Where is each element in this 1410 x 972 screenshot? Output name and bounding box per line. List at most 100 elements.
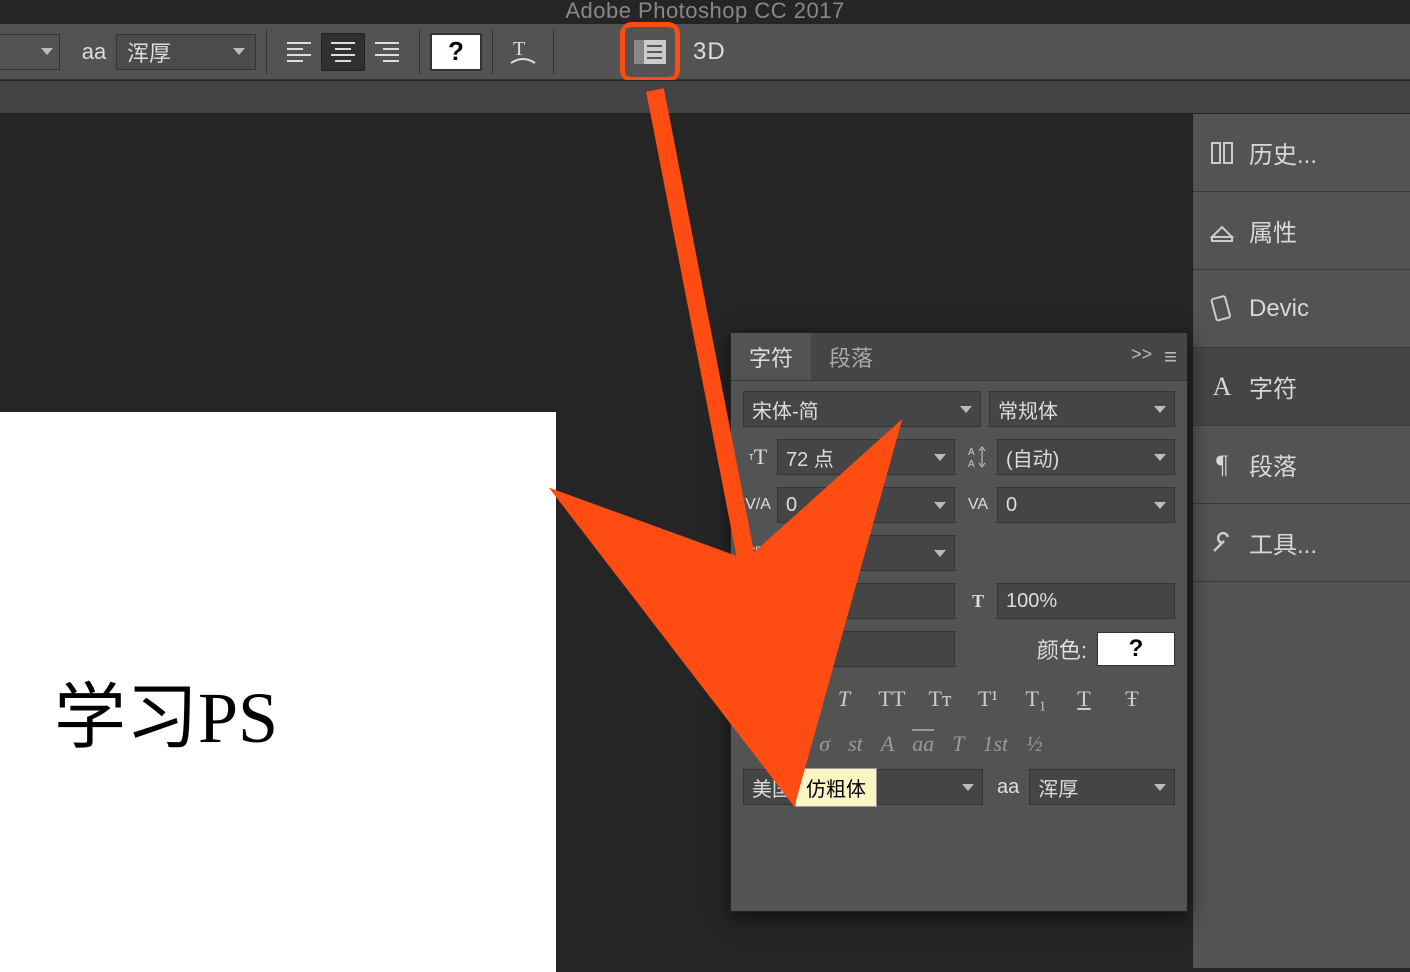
- properties-icon: [1207, 216, 1237, 246]
- rail-label: 段落: [1249, 447, 1297, 482]
- ot-ligatures-button[interactable]: fi: [789, 731, 801, 757]
- style-buttons-row: T T TT Tт T¹ T₁ T Ŧ: [743, 679, 1175, 719]
- rail-item-properties[interactable]: 属性: [1193, 192, 1410, 270]
- antialias-value: 浑厚: [127, 36, 171, 68]
- chevron-down-icon: [1154, 502, 1166, 509]
- chevron-down-icon: [1154, 406, 1166, 413]
- antialias-select[interactable]: 浑厚: [116, 34, 256, 70]
- rail-label: 工具...: [1249, 525, 1317, 560]
- 3d-button[interactable]: 3D: [693, 38, 726, 66]
- panel-menu-icon[interactable]: ≡: [1164, 344, 1177, 370]
- panel-tabs: 字符 段落 >> ≡: [731, 333, 1187, 381]
- svg-text:A: A: [968, 459, 975, 470]
- ot-ordinals-button[interactable]: 1st: [982, 731, 1008, 757]
- align-right-button[interactable]: [365, 33, 409, 71]
- antialias-label: aa: [72, 39, 116, 65]
- kerning-value: 0: [786, 494, 797, 517]
- strikethrough-button[interactable]: Ŧ: [1111, 679, 1153, 719]
- font-size-value: 72 点: [786, 443, 834, 472]
- tab-character[interactable]: 字符: [731, 333, 811, 380]
- separator: [419, 30, 420, 74]
- svg-text:A: A: [968, 447, 975, 458]
- align-center-button[interactable]: [321, 33, 365, 71]
- underline-button[interactable]: T: [1063, 679, 1105, 719]
- rail-label: Devic: [1249, 295, 1309, 323]
- text-color-swatch[interactable]: ?: [430, 33, 482, 71]
- tab-bar: [0, 80, 1410, 114]
- baseline-value: 0 点: [786, 635, 823, 664]
- vscale-input[interactable]: 100%: [777, 583, 955, 619]
- leading-input[interactable]: (自动): [997, 439, 1175, 475]
- vscale-icon: IT: [743, 591, 773, 612]
- allcaps-button[interactable]: TT: [871, 679, 913, 719]
- tsume-value: 0%: [786, 542, 815, 565]
- subscript-button[interactable]: T₁: [1015, 679, 1057, 719]
- warp-text-button[interactable]: T: [503, 32, 543, 72]
- smallcaps-button[interactable]: Tт: [919, 679, 961, 719]
- tracking-value: 0: [1006, 494, 1017, 517]
- ot-fractions-button[interactable]: ½: [1026, 731, 1043, 757]
- hscale-icon: T: [963, 591, 993, 612]
- svg-text:T: T: [513, 38, 525, 60]
- chevron-down-icon: [1154, 784, 1166, 791]
- chevron-down-icon: [41, 48, 53, 55]
- ot-titling-button[interactable]: T: [952, 731, 964, 757]
- font-style-value: 常规体: [998, 395, 1058, 424]
- device-icon: [1207, 294, 1237, 324]
- character-panel: 字符 段落 >> ≡ 宋体-简 常规体 тT 72 点 AA (自动): [730, 332, 1188, 912]
- kerning-icon: V/A: [743, 496, 773, 514]
- app-title: Adobe Photoshop CC 2017: [0, 0, 1410, 22]
- tsume-input[interactable]: 0%: [777, 535, 955, 571]
- canvas-text-layer[interactable]: 学习PS: [54, 658, 278, 763]
- font-size-icon: тT: [743, 444, 773, 470]
- chevron-down-icon: [960, 406, 972, 413]
- chevron-down-icon: [934, 502, 946, 509]
- hscale-input[interactable]: 100%: [997, 583, 1175, 619]
- kerning-input[interactable]: 0: [777, 487, 955, 523]
- separator: [492, 30, 493, 74]
- color-label: 颜色:: [1037, 633, 1087, 665]
- baseline-input[interactable]: 0 点: [777, 631, 955, 667]
- rail-item-paragraph[interactable]: ¶ 段落: [1193, 426, 1410, 504]
- panel-expand-icon[interactable]: >>: [1131, 344, 1152, 370]
- faux-bold-button[interactable]: T: [775, 679, 817, 719]
- paragraph-icon: ¶: [1207, 450, 1237, 480]
- chevron-down-icon: [962, 784, 974, 791]
- font-family-select[interactable]: 宋体-简: [743, 391, 981, 427]
- tool-preset-dropdown[interactable]: [0, 34, 60, 70]
- rail-item-character[interactable]: A 字符: [1193, 348, 1410, 426]
- ot-contextual-button[interactable]: σ: [819, 731, 830, 757]
- chevron-down-icon: [233, 48, 245, 55]
- rail-item-history[interactable]: 历史...: [1193, 114, 1410, 192]
- align-left-button[interactable]: [277, 33, 321, 71]
- superscript-button[interactable]: T¹: [967, 679, 1009, 719]
- chevron-down-icon: [1154, 454, 1166, 461]
- ot-swash-button[interactable]: A: [881, 731, 894, 757]
- separator: [266, 30, 267, 74]
- rail-item-device-preview[interactable]: Devic: [1193, 270, 1410, 348]
- faux-italic-button[interactable]: T: [823, 679, 865, 719]
- rail-label: 历史...: [1249, 135, 1317, 170]
- panel-icon: [632, 36, 668, 68]
- wrench-icon: [1207, 528, 1237, 558]
- opentype-buttons-row: fi σ st A aa T 1st ½: [743, 731, 1175, 757]
- ot-discretionary-button[interactable]: st: [848, 731, 863, 757]
- right-panel-rail: 历史... 属性 Devic A 字符 ¶ 段落 工具...: [1192, 114, 1410, 968]
- leading-value: (自动): [1006, 443, 1059, 472]
- separator: [553, 30, 554, 74]
- ot-stylistic-alt-button[interactable]: aa: [912, 731, 934, 757]
- tab-paragraph[interactable]: 段落: [811, 333, 891, 380]
- tracking-input[interactable]: 0: [997, 487, 1175, 523]
- character-panel-toggle-button[interactable]: [626, 28, 674, 76]
- rail-label: 字符: [1249, 369, 1297, 404]
- tracking-icon: VA: [963, 496, 993, 514]
- tsume-icon: 週: [743, 543, 773, 563]
- character-icon: A: [1207, 372, 1237, 402]
- rail-label: 属性: [1249, 213, 1297, 248]
- font-style-select[interactable]: 常规体: [989, 391, 1175, 427]
- antialias-bottom-select[interactable]: 浑厚: [1029, 769, 1175, 805]
- text-color-swatch[interactable]: ?: [1097, 632, 1175, 666]
- tooltip: 仿粗体: [795, 768, 877, 807]
- font-size-input[interactable]: 72 点: [777, 439, 955, 475]
- rail-item-tool-presets[interactable]: 工具...: [1193, 504, 1410, 582]
